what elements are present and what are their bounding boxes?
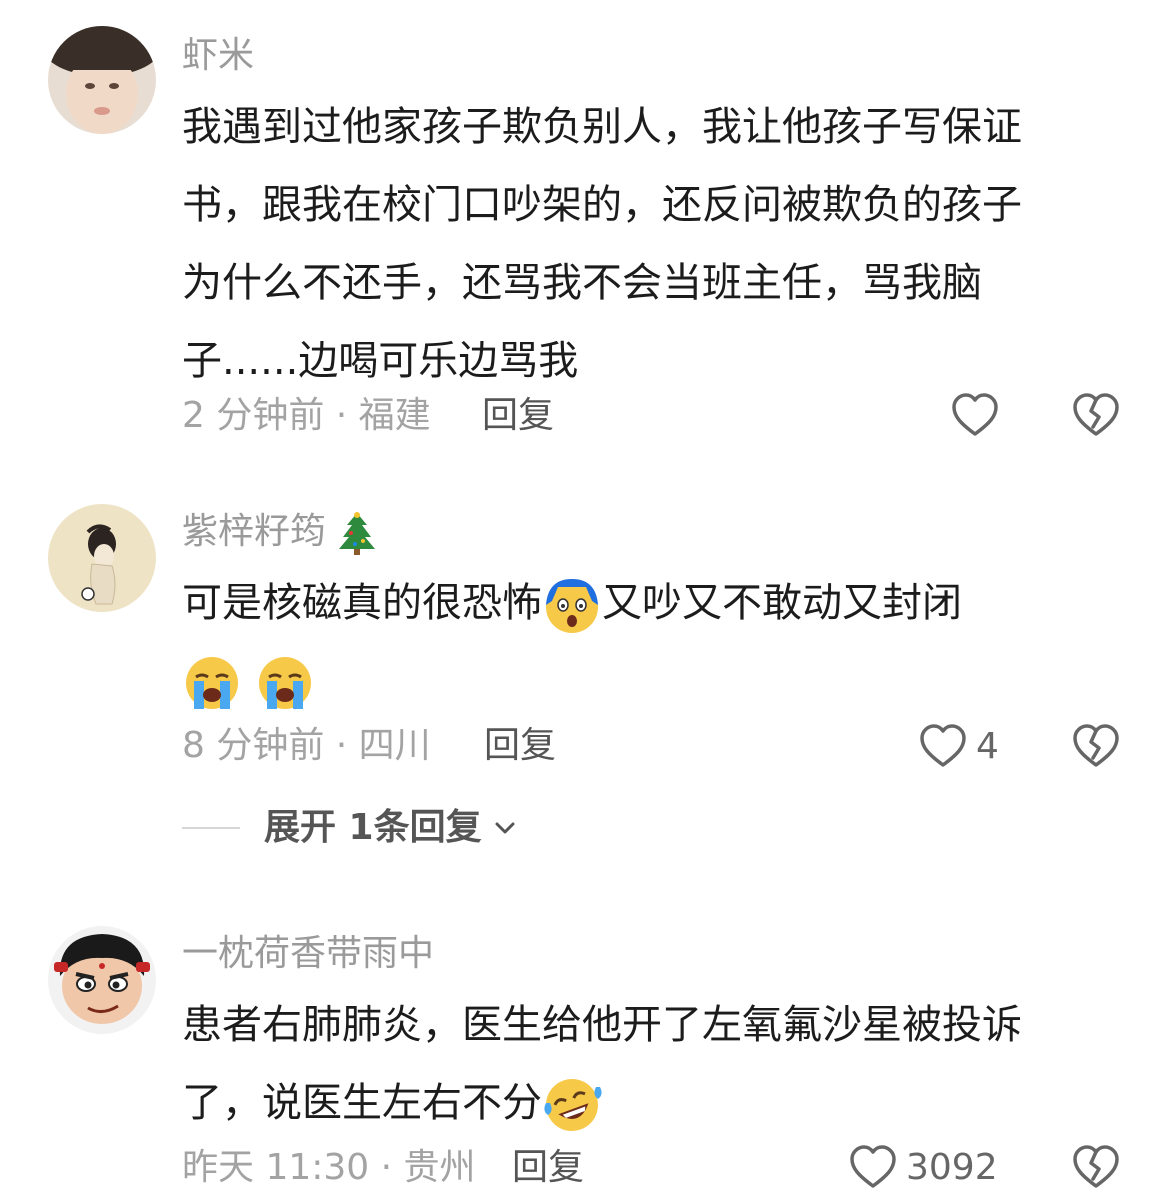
- comment-meta: 8 分钟前 · 四川: [182, 725, 431, 766]
- comment-text-line: 患者右肺肺炎，医生给他开了左氧氟沙星被投诉: [182, 1002, 1022, 1048]
- like-button[interactable]: [950, 391, 1000, 441]
- username[interactable]: 紫梓籽筠: [182, 510, 377, 555]
- comment-meta: 昨天 11:30 · 贵州: [182, 1147, 476, 1188]
- like-count: 4: [976, 726, 999, 767]
- avatar[interactable]: [48, 926, 156, 1034]
- comment-text-line: 我遇到过他家孩子欺负别人，我让他孩子写保证: [182, 104, 1022, 150]
- expand-replies-button[interactable]: 展开 1条回复: [182, 806, 520, 850]
- text-segment: 可是核磁真的很恐怖: [182, 580, 542, 626]
- reply-button[interactable]: 回复: [484, 724, 556, 768]
- comment-text-line: 为什么不还手，还骂我不会当班主任，骂我脑: [182, 260, 982, 306]
- broken-heart-icon: [1073, 1145, 1119, 1188]
- avatar[interactable]: [48, 504, 156, 612]
- heart-icon: [952, 393, 998, 436]
- chevron-down-icon: [495, 822, 515, 834]
- comment-text: 患者右肺肺炎，医生给他开了左氧氟沙星被投诉 了，说医生左右不分: [182, 986, 1117, 1142]
- dislike-button[interactable]: [1071, 391, 1121, 441]
- heart-icon: [920, 724, 966, 767]
- username[interactable]: 一枕荷香带雨中: [182, 932, 434, 976]
- heart-icon: [850, 1145, 896, 1188]
- text-segment: 又吵又不敢动又封闭: [602, 580, 962, 626]
- broken-heart-icon: [1073, 724, 1119, 767]
- christmas-tree-icon: [339, 512, 376, 555]
- username-text: 紫梓籽筠: [182, 511, 327, 552]
- screaming-face-emoji: [546, 579, 598, 633]
- username[interactable]: 虾米: [182, 34, 254, 78]
- expand-replies-label: 展开 1条回复: [264, 807, 482, 848]
- dislike-button[interactable]: [1071, 1143, 1121, 1193]
- comment-text: 我遇到过他家孩子欺负别人，我让他孩子写保证 书，跟我在校门口吵架的，还反问被欺负…: [182, 88, 1117, 400]
- text-segment: 了，说医生左右不分: [182, 1080, 542, 1126]
- laughing-crying-face-emoji: [544, 1079, 602, 1131]
- loudly-crying-face-emoji: [258, 657, 311, 709]
- dislike-button[interactable]: [1071, 722, 1121, 772]
- comment-text-line: [182, 642, 1117, 720]
- reply-button[interactable]: 回复: [512, 1146, 584, 1190]
- like-button[interactable]: 4: [918, 722, 999, 772]
- like-button[interactable]: 3092: [848, 1143, 998, 1193]
- like-count: 3092: [906, 1147, 998, 1188]
- avatar[interactable]: [48, 26, 156, 134]
- comment-text-line: 书，跟我在校门口吵架的，还反问被欺负的孩子: [182, 182, 1022, 228]
- comment-meta: 2 分钟前 · 福建: [182, 395, 431, 436]
- comment-text-line: 子......边喝可乐边骂我: [182, 338, 579, 384]
- comment-text: 可是核磁真的很恐怖 又吵又不敢动又封闭: [182, 564, 1117, 720]
- divider: [182, 827, 240, 829]
- broken-heart-icon: [1073, 393, 1119, 436]
- reply-button[interactable]: 回复: [482, 394, 554, 438]
- comment-text-line: 可是核磁真的很恐怖 又吵又不敢动又封闭: [182, 564, 1117, 642]
- loudly-crying-face-emoji: [186, 657, 238, 709]
- comment-text-line: 了，说医生左右不分: [182, 1064, 1117, 1142]
